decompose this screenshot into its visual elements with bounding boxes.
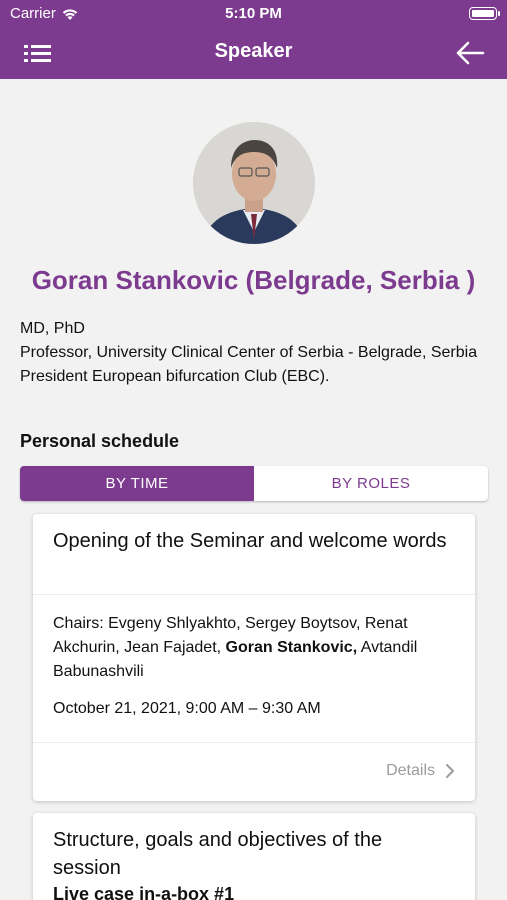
tab-by-roles[interactable]: BY ROLES xyxy=(254,466,488,501)
schedule-card[interactable]: Structure, goals and objectives of the s… xyxy=(33,813,475,900)
session-title: Structure, goals and objectives of the s… xyxy=(53,829,383,879)
nav-bar: Speaker xyxy=(0,28,507,79)
session-title: Opening of the Seminar and welcome words xyxy=(53,530,447,552)
status-bar: Carrier 5:10 PM xyxy=(0,0,507,28)
speaker-bio: MD, PhD Professor, University Clinical C… xyxy=(20,317,487,389)
speaker-content[interactable]: Goran Stankovic (Belgrade, Serbia ) MD, … xyxy=(0,79,507,900)
speaker-photo xyxy=(193,122,315,244)
page-title: Speaker xyxy=(214,40,293,62)
back-arrow-icon[interactable] xyxy=(455,40,485,66)
tab-by-time[interactable]: BY TIME xyxy=(20,466,254,501)
details-link[interactable]: Details xyxy=(386,762,455,780)
status-time: 5:10 PM xyxy=(225,5,282,22)
card-divider xyxy=(33,742,475,743)
details-label: Details xyxy=(386,762,435,779)
speaker-degree: MD, PhD xyxy=(20,320,85,337)
speaker-position: Professor, University Clinical Center of… xyxy=(20,344,478,385)
card-divider xyxy=(33,594,475,595)
session-chairs: Chairs: Evgeny Shlyakhto, Sergey Boytsov… xyxy=(53,612,463,684)
speaker-portrait-icon xyxy=(193,122,315,244)
battery-icon xyxy=(469,7,500,20)
speaker-name: Goran Stankovic (Belgrade, Serbia ) xyxy=(31,265,476,295)
schedule-segmented-control: BY TIME BY ROLES xyxy=(20,466,488,501)
chevron-right-icon xyxy=(446,764,454,778)
chairs-highlighted-speaker: Goran Stankovic, xyxy=(225,639,358,656)
session-subtitle: Live case in-a-box #1 xyxy=(53,884,235,900)
session-datetime: October 21, 2021, 9:00 AM – 9:30 AM xyxy=(53,700,321,717)
schedule-card[interactable]: Opening of the Seminar and welcome words… xyxy=(33,514,475,801)
app-header: Carrier 5:10 PM Speaker xyxy=(0,0,507,79)
schedule-heading: Personal schedule xyxy=(20,431,180,451)
